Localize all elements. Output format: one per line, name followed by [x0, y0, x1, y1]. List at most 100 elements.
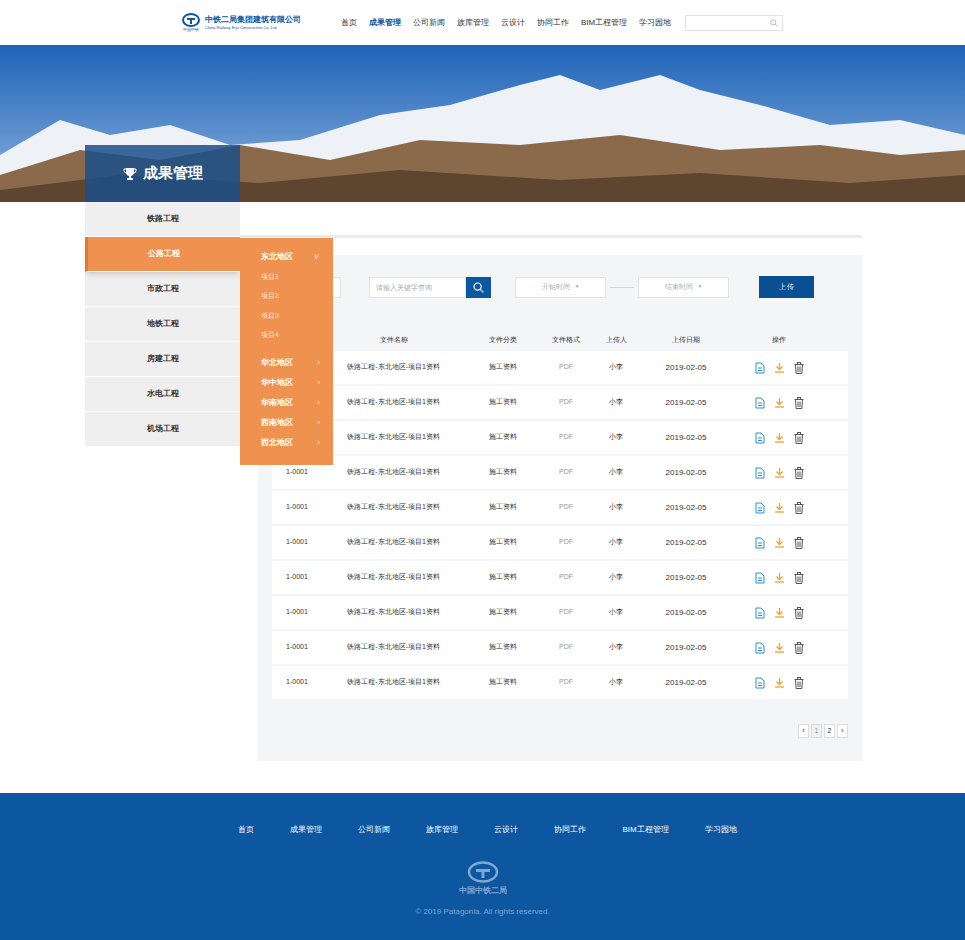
column-header: 操作 [732, 335, 848, 346]
end-date[interactable]: 结束时间▼ [638, 277, 729, 298]
project-item[interactable]: 项目3 [240, 306, 333, 326]
download-icon[interactable] [774, 677, 785, 688]
table-cell: 铁路工程-东北地区-项目1资料 [322, 397, 465, 408]
footer-link[interactable]: 首页 [238, 824, 254, 836]
delete-icon[interactable] [794, 572, 804, 584]
delete-icon[interactable] [794, 537, 804, 549]
search-icon[interactable] [770, 19, 778, 27]
download-icon[interactable] [774, 607, 785, 618]
table-row[interactable]: 1-0001铁路工程-东北地区-项目1资料施工资料PDF小李2019-02-05 [272, 526, 848, 559]
next-page-button[interactable]: › [837, 724, 848, 738]
preview-icon[interactable] [755, 362, 765, 374]
table-row[interactable]: 铁路工程-东北地区-项目1资料施工资料PDF小李2019-02-05 [272, 386, 848, 419]
delete-icon[interactable] [794, 362, 804, 374]
page-button[interactable]: 2 [824, 724, 835, 738]
download-icon[interactable] [774, 642, 785, 653]
footer-link[interactable]: BIM工程管理 [622, 824, 668, 836]
nav-link[interactable]: 学习园地 [639, 17, 671, 29]
download-icon[interactable] [774, 467, 785, 478]
nav-link[interactable]: 云设计 [501, 17, 525, 29]
table-row[interactable]: 1-0001铁路工程-东北地区-项目1资料施工资料PDF小李2019-02-05 [272, 631, 848, 664]
footer-link[interactable]: 云设计 [494, 824, 518, 836]
region-item[interactable]: 东北地区∨ [240, 247, 333, 267]
preview-icon[interactable] [755, 607, 765, 619]
delete-icon[interactable] [794, 467, 804, 479]
delete-icon[interactable] [794, 677, 804, 689]
preview-icon[interactable] [755, 572, 765, 584]
download-icon[interactable] [774, 537, 785, 548]
download-icon[interactable] [774, 397, 785, 408]
table-row[interactable]: 1-0001铁路工程-东北地区-项目1资料施工资料PDF小李2019-02-05 [272, 666, 848, 699]
sidebar-item[interactable]: 铁路工程 [85, 202, 240, 237]
table-cell: 小李 [592, 397, 640, 408]
preview-icon[interactable] [755, 642, 765, 654]
delete-icon[interactable] [794, 432, 804, 444]
preview-icon[interactable] [755, 432, 765, 444]
preview-icon[interactable] [755, 502, 765, 514]
download-icon[interactable] [774, 432, 785, 443]
header-search[interactable] [685, 15, 783, 31]
date-separator-line [610, 287, 634, 288]
footer-link[interactable]: 成果管理 [290, 824, 322, 836]
sidebar-item[interactable]: 机场工程 [85, 412, 240, 447]
preview-icon[interactable] [755, 397, 765, 409]
footer-link[interactable]: 族库管理 [426, 824, 458, 836]
region-item[interactable]: 西北地区› [240, 433, 333, 453]
table-cell: 1-0001 [272, 502, 322, 513]
preview-icon[interactable] [755, 467, 765, 479]
table-cell: 铁路工程-东北地区-项目1资料 [322, 607, 465, 618]
table-cell: 小李 [592, 467, 640, 478]
nav-link[interactable]: BIM工程管理 [581, 17, 627, 29]
download-icon[interactable] [774, 362, 785, 373]
sidebar-item[interactable]: 市政工程 [85, 272, 240, 307]
region-item[interactable]: 华南地区› [240, 393, 333, 413]
project-label: 项目1 [261, 272, 279, 283]
sidebar-item[interactable]: 房建工程 [85, 342, 240, 377]
table-row[interactable]: 铁路工程-东北地区-项目1资料施工资料PDF小李2019-02-05 [272, 351, 848, 384]
table-row[interactable]: 1-0001铁路工程-东北地区-项目1资料施工资料PDF小李2019-02-05 [272, 456, 848, 489]
preview-icon[interactable] [755, 537, 765, 549]
search-input[interactable] [369, 277, 466, 298]
region-item[interactable]: 华中地区› [240, 373, 333, 393]
table-row[interactable]: 1-0001铁路工程-东北地区-项目1资料施工资料PDF小李2019-02-05 [272, 491, 848, 524]
sidebar-item[interactable]: 公路工程 [85, 237, 240, 272]
footer-link[interactable]: 公司新闻 [358, 824, 390, 836]
logo-text: 中铁二局集团建筑有限公司China Railway Erju Construct… [205, 15, 301, 31]
table-row[interactable]: 1-0001铁路工程-东北地区-项目1资料施工资料PDF小李2019-02-05 [272, 596, 848, 629]
start-date[interactable]: 开始时间▼ [515, 277, 606, 298]
project-item[interactable]: 项目4 [240, 326, 333, 346]
delete-icon[interactable] [794, 642, 804, 654]
nav-link[interactable]: 首页 [341, 17, 357, 29]
region-item[interactable]: 西南地区› [240, 413, 333, 433]
table-body: 铁路工程-东北地区-项目1资料施工资料PDF小李2019-02-05铁路工程-东… [272, 351, 848, 699]
project-item[interactable]: 项目1 [240, 267, 333, 287]
sidebar-item[interactable]: 水电工程 [85, 377, 240, 412]
nav-link[interactable]: 公司新闻 [413, 17, 445, 29]
delete-icon[interactable] [794, 607, 804, 619]
table-row[interactable]: 1-0001铁路工程-东北地区-项目1资料施工资料PDF小李2019-02-05 [272, 561, 848, 594]
table-cell: PDF [540, 397, 592, 408]
search-button[interactable] [466, 277, 491, 298]
nav-link[interactable]: 族库管理 [457, 17, 489, 29]
download-icon[interactable] [774, 502, 785, 513]
project-item[interactable]: 项目2 [240, 287, 333, 307]
footer-link[interactable]: 协同工作 [554, 824, 586, 836]
nav-link[interactable]: 协同工作 [537, 17, 569, 29]
prev-page-button[interactable]: ‹ [798, 724, 809, 738]
region-item[interactable]: 华北地区› [240, 353, 333, 373]
table-cell: 施工资料 [465, 537, 540, 548]
table-row[interactable]: 铁路工程-东北地区-项目1资料施工资料PDF小李2019-02-05 [272, 421, 848, 454]
main-nav: 首页成果管理公司新闻族库管理云设计协同工作 BIM工程管理学习园地 [341, 17, 671, 29]
row-actions [732, 432, 848, 444]
nav-link[interactable]: 成果管理 [369, 17, 401, 29]
upload-button[interactable]: 上 传 [759, 276, 814, 298]
page-button[interactable]: 1 [811, 724, 822, 738]
footer-link[interactable]: 学习园地 [705, 824, 737, 836]
delete-icon[interactable] [794, 502, 804, 514]
table-cell: PDF [540, 502, 592, 513]
logo[interactable]: 中国中铁中铁二局集团建筑有限公司China Railway Erju Const… [182, 13, 341, 32]
download-icon[interactable] [774, 572, 785, 583]
sidebar-item[interactable]: 地铁工程 [85, 307, 240, 342]
delete-icon[interactable] [794, 397, 804, 409]
preview-icon[interactable] [755, 677, 765, 689]
